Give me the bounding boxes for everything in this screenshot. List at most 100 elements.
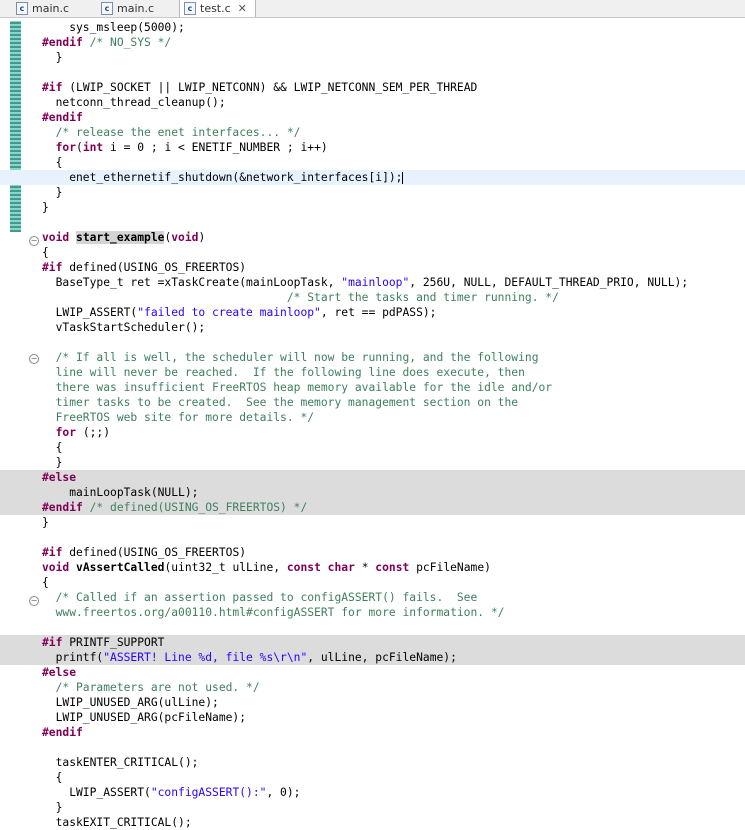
code-token: mainLoopTask(NULL); <box>42 486 199 499</box>
code-line[interactable]: timer tasks to be created. See the memor… <box>0 395 745 410</box>
code-token: (LWIP_SOCKET || LWIP_NETCONN) && LWIP_NE… <box>69 81 478 94</box>
code-line[interactable]: #if defined(USING_OS_FREERTOS) <box>0 545 745 560</box>
code-line[interactable]: line will never be reached. If the follo… <box>0 365 745 380</box>
code-token: BaseType_t ret =xTaskCreate(mainLoopTask… <box>42 276 342 289</box>
code-token: #if <box>42 546 70 559</box>
code-line[interactable]: { <box>0 245 745 260</box>
code-token: LWIP_UNUSED_ARG(ulLine); <box>42 696 219 709</box>
code-line[interactable]: #if defined(USING_OS_FREERTOS) <box>0 260 745 275</box>
code-token: for <box>55 141 77 154</box>
code-line[interactable]: there was insufficient FreeRTOS heap mem… <box>0 380 745 395</box>
code-line[interactable]: { <box>0 770 745 785</box>
code-token: void <box>42 231 77 244</box>
code-line[interactable]: www.freertos.org/a00110.html#configASSER… <box>0 605 745 620</box>
code-line[interactable]: LWIP_UNUSED_ARG(ulLine); <box>0 695 745 710</box>
code-token: ( <box>76 141 83 154</box>
code-token: printf( <box>42 651 104 664</box>
tab-test-c[interactable]: c test.c ✕ <box>179 0 256 17</box>
code-line[interactable]: LWIP_ASSERT("failed to create mainloop",… <box>0 305 745 320</box>
code-token: "configASSERT():" <box>150 786 267 799</box>
code-line[interactable]: { <box>0 155 745 170</box>
code-line[interactable]: #if PRINTF_SUPPORT <box>0 635 745 650</box>
code-line[interactable]: } <box>0 800 745 815</box>
code-line[interactable]: { <box>0 440 745 455</box>
code-line[interactable]: /* Parameters are not used. */ <box>0 680 745 695</box>
code-token: FreeRTOS web site for more details. */ <box>42 411 315 424</box>
code-line[interactable] <box>0 740 745 755</box>
code-token: there was insufficient FreeRTOS heap mem… <box>42 381 553 394</box>
code-token: /* NO_SYS */ <box>89 36 172 49</box>
code-token: defined(USING_OS_FREERTOS) <box>69 261 247 274</box>
code-line[interactable]: for(int i = 0 ; i < ENETIF_NUMBER ; i++) <box>0 140 745 155</box>
code-token: , ret == pdPASS); <box>320 306 437 319</box>
code-token: /* Called if an assertion passed to conf… <box>42 591 478 604</box>
code-line[interactable]: } <box>0 200 745 215</box>
code-line[interactable]: sys_msleep(5000); <box>0 20 745 35</box>
code-line[interactable]: /* If all is well, the scheduler will no… <box>0 350 745 365</box>
code-token: /* Start the tasks and timer running. */ <box>42 291 559 304</box>
code-line[interactable]: BaseType_t ret =xTaskCreate(mainLoopTask… <box>0 275 745 290</box>
c-file-icon: c <box>184 2 196 15</box>
code-line[interactable]: for (;;) <box>0 425 745 440</box>
code-line[interactable] <box>0 65 745 80</box>
code-token: #endif <box>42 501 90 514</box>
code-token: #if <box>42 261 70 274</box>
code-token: netconn_thread_cleanup(); <box>42 96 226 109</box>
code-line[interactable]: #else <box>0 470 745 485</box>
code-token: PRINTF_SUPPORT <box>69 636 165 649</box>
code-editor[interactable]: − − − sys_msleep(5000); #endif /* NO_SYS … <box>0 17 745 829</box>
code-token: , 256U, NULL, DEFAULT_THREAD_PRIO, NULL)… <box>409 276 689 289</box>
code-line[interactable]: } <box>0 455 745 470</box>
code-line[interactable] <box>0 335 745 350</box>
code-line[interactable] <box>0 215 745 230</box>
code-token: { <box>42 576 49 589</box>
code-token: LWIP_ASSERT( <box>42 786 151 799</box>
tab-main-c-1[interactable]: c main.c <box>16 0 69 16</box>
code-line[interactable]: netconn_thread_cleanup(); <box>0 95 745 110</box>
code-line[interactable]: /* Called if an assertion passed to conf… <box>0 590 745 605</box>
code-line[interactable] <box>0 620 745 635</box>
code-token: const <box>375 561 410 574</box>
code-line[interactable]: /* Start the tasks and timer running. */ <box>0 290 745 305</box>
code-token: #endif <box>42 36 90 49</box>
code-line[interactable]: #if (LWIP_SOCKET || LWIP_NETCONN) && LWI… <box>0 80 745 95</box>
code-token: } <box>42 516 49 529</box>
code-token: #if <box>42 636 70 649</box>
code-line[interactable]: #endif /* NO_SYS */ <box>0 35 745 50</box>
code-line[interactable]: FreeRTOS web site for more details. */ <box>0 410 745 425</box>
tab-label: main.c <box>117 1 155 15</box>
code-token: i = 0 ; i < ENETIF_NUMBER ; i++) <box>103 141 328 154</box>
code-token: } <box>42 186 63 199</box>
code-token: , 0); <box>266 786 301 799</box>
code-line[interactable]: #endif /* defined(USING_OS_FREERTOS) */ <box>0 500 745 515</box>
code-line[interactable]: #endif <box>0 110 745 125</box>
code-token: } <box>42 51 63 64</box>
code-line[interactable]: taskEXIT_CRITICAL(); <box>0 815 745 830</box>
code-line[interactable]: taskENTER_CRITICAL(); <box>0 755 745 770</box>
code-line[interactable]: { <box>0 575 745 590</box>
code-line[interactable]: LWIP_ASSERT("configASSERT():", 0); <box>0 785 745 800</box>
code-token: taskEXIT_CRITICAL(); <box>42 816 192 829</box>
code-line[interactable]: } <box>0 185 745 200</box>
code-line[interactable]: mainLoopTask(NULL); <box>0 485 745 500</box>
code-line[interactable]: printf("ASSERT! Line %d, file %s\r\n", u… <box>0 650 745 665</box>
code-lines: sys_msleep(5000); #endif /* NO_SYS */ } #i… <box>0 20 745 830</box>
code-line[interactable]: vTaskStartScheduler(); <box>0 320 745 335</box>
tab-main-c-2[interactable]: c main.c <box>101 0 154 16</box>
code-line[interactable]: #else <box>0 665 745 680</box>
code-line[interactable]: } <box>0 50 745 65</box>
code-line[interactable] <box>0 530 745 545</box>
code-line[interactable]: #endif <box>0 725 745 740</box>
code-line[interactable]: void vAssertCalled(uint32_t ulLine, cons… <box>0 560 745 575</box>
code-line[interactable]: void start_example(void) <box>0 230 745 245</box>
code-line[interactable]: enet_ethernetif_shutdown(&network_interf… <box>0 170 745 185</box>
code-token: { <box>42 156 63 169</box>
code-line[interactable]: } <box>0 515 745 530</box>
close-icon[interactable]: ✕ <box>238 2 247 15</box>
code-line[interactable]: LWIP_UNUSED_ARG(pcFileName); <box>0 710 745 725</box>
code-token: timer tasks to be created. See the memor… <box>42 396 519 409</box>
code-line[interactable]: /* release the enet interfaces... */ <box>0 125 745 140</box>
code-token: sys_msleep(5000); <box>42 21 185 34</box>
